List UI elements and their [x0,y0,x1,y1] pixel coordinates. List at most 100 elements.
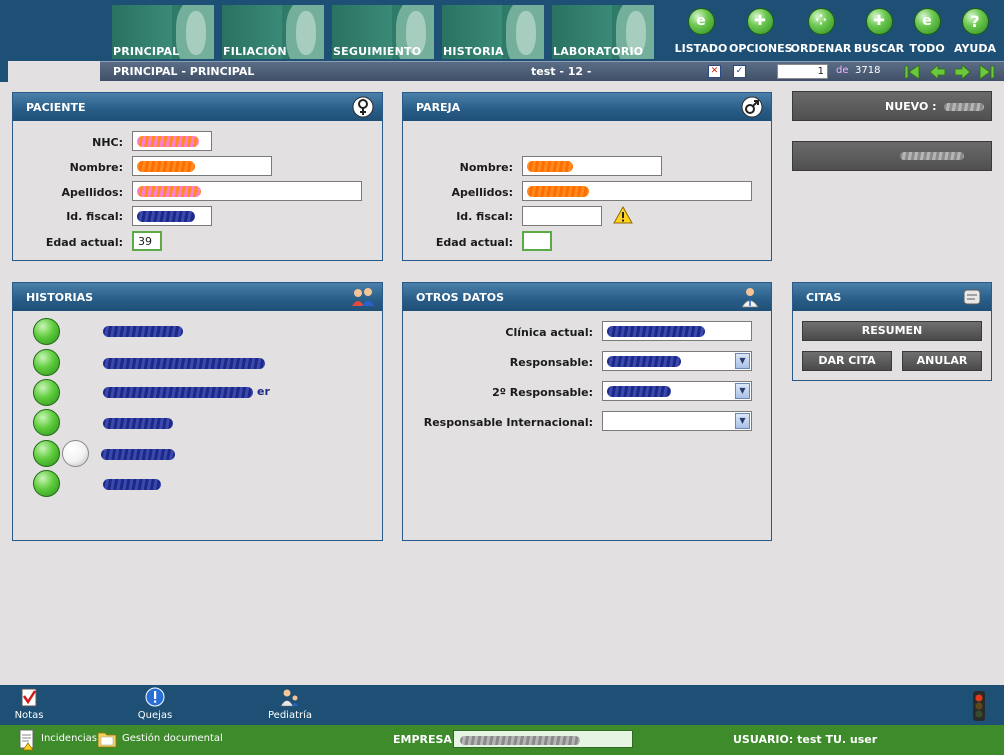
clinica-label: Clínica actual: [505,326,593,339]
delete-record-icon[interactable]: ✕ [708,65,721,78]
chevron-down-icon[interactable]: ▼ [735,353,750,369]
check-record-icon[interactable]: ✓ [733,65,746,78]
paciente-header: PACIENTE [13,93,382,121]
pareja-nombre-field[interactable] [522,156,662,176]
listado-button[interactable]: e LISTADO [670,8,732,58]
last-record-icon[interactable] [978,64,995,80]
historias-header: HISTORIAS [13,283,382,311]
breadcrumb: PRINCIPAL - PRINCIPAL [113,65,255,78]
nombre-field[interactable] [132,156,272,176]
opciones-label: OPCIONES [729,42,793,55]
dar-cita-button[interactable]: DAR CITA [802,351,892,371]
ordenar-label: ORDENAR [790,42,852,55]
gestion-documental-link[interactable]: Gestión documental [122,733,223,744]
pareja-id-fiscal-label: Id. fiscal: [456,210,513,223]
pareja-nombre-label: Nombre: [459,161,513,174]
secondary-action-button[interactable] [792,141,992,171]
notes-icon [21,688,37,707]
empresa-field[interactable] [453,730,633,748]
options-icon: ✚ [746,8,774,35]
tab-principal[interactable]: PRINCIPAL [112,5,214,59]
calendar-scroll-icon [961,286,983,308]
nuevo-button[interactable]: NUEVO : [792,91,992,121]
historia-item[interactable] [33,409,333,437]
doctor-icon [739,286,761,308]
next-record-icon[interactable] [954,64,971,80]
historia-item[interactable]: er [33,379,333,407]
historia-item[interactable] [33,318,333,346]
edad-label: Edad actual: [45,236,123,249]
green-status-icon [33,349,60,376]
ayuda-button[interactable]: ? AYUDA [944,8,1004,58]
incidencias-icon [18,729,36,751]
tab-filiacion[interactable]: FILIACIÓN [222,5,324,59]
incidencias-link[interactable]: Incidencias [41,733,97,744]
nuevo-redacted [944,103,985,111]
pareja-edad-field[interactable] [522,231,552,251]
resumen-button[interactable]: RESUMEN [802,321,982,341]
complaint-icon [145,687,165,707]
chevron-down-icon[interactable]: ▼ [735,383,750,399]
chevron-down-icon[interactable]: ▼ [735,413,750,429]
pediatria-label: Pediatría [268,710,313,721]
tab-seguimiento[interactable]: SEGUIMIENTO [332,5,434,59]
white-status-icon[interactable] [62,440,89,467]
historia-item[interactable] [33,470,333,498]
notas-button[interactable]: Notas [14,687,44,721]
pareja-header: PAREJA [403,93,771,121]
tab-historia[interactable]: HISTORIA [442,5,544,59]
tab-seguimiento-label: SEGUIMIENTO [333,45,422,58]
quejas-label: Quejas [137,710,173,721]
pareja-apellidos-label: Apellidos: [451,186,513,199]
pareja-panel: PAREJA Nombre: Apellidos: Id. fiscal: Ed… [402,92,772,261]
responsable-internacional-select[interactable]: ▼ [602,411,752,431]
list-icon: e [687,8,715,35]
ordenar-button[interactable]: ⁘ ORDENAR [790,8,852,58]
responsable-internacional-label: Responsable Internacional: [423,416,593,429]
bottom-toolbar: Notas Quejas Pediatría [0,685,1004,725]
green-status-icon [33,440,60,467]
top-navigation-bar: PRINCIPAL FILIACIÓN SEGUIMIENTO HISTORIA… [0,0,1004,82]
opciones-button[interactable]: ✚ OPCIONES [729,8,793,58]
edad-field[interactable]: 39 [132,231,162,251]
help-icon: ? [961,8,989,35]
tab-laboratorio[interactable]: LABORATORIO [552,5,654,59]
page-total: 3718 [855,65,881,76]
historias-panel: HISTORIAS er [12,282,383,541]
tab-historia-label: HISTORIA [443,45,504,58]
paciente-panel: PACIENTE NHC: Nombre: Apellidos: Id. fis… [12,92,383,261]
first-record-icon[interactable] [904,64,921,80]
search-icon: ✚ [865,8,893,35]
id-fiscal-field[interactable] [132,206,212,226]
nhc-field[interactable] [132,131,212,151]
apellidos-field[interactable] [132,181,362,201]
pareja-id-fiscal-field[interactable] [522,206,602,226]
clinica-field[interactable] [602,321,752,341]
previous-record-icon[interactable] [929,64,946,80]
folder-icon [96,728,118,750]
green-status-icon [33,379,60,406]
pediatrics-icon [280,689,298,707]
tab-laboratorio-label: LABORATORIO [553,45,644,58]
citas-title: CITAS [806,291,842,304]
all-icon: e [913,8,941,35]
quejas-button[interactable]: Quejas [137,687,173,721]
anular-button[interactable]: ANULAR [902,351,982,371]
responsable2-select[interactable]: ▼ [602,381,752,401]
tab-filiacion-label: FILIACIÓN [223,45,287,58]
listado-label: LISTADO [674,42,728,55]
traffic-light-icon[interactable] [971,690,987,722]
page-number-input[interactable]: 1 [777,64,828,79]
pediatria-button[interactable]: Pediatría [268,687,312,721]
historia-item[interactable] [33,440,333,468]
apellidos-label: Apellidos: [61,186,123,199]
record-navigation-bar: PRINCIPAL - PRINCIPAL test - 12 - ✕ ✓ 1 … [100,61,1004,81]
nhc-label: NHC: [92,136,123,149]
historia-item[interactable] [33,349,333,377]
status-bar: Incidencias Gestión documental EMPRESA: … [0,725,1004,755]
responsable-select[interactable]: ▼ [602,351,752,371]
sort-icon: ⁘ [807,8,835,35]
couple-icon [350,286,374,308]
empresa-label: EMPRESA: [393,733,457,746]
pareja-apellidos-field[interactable] [522,181,752,201]
